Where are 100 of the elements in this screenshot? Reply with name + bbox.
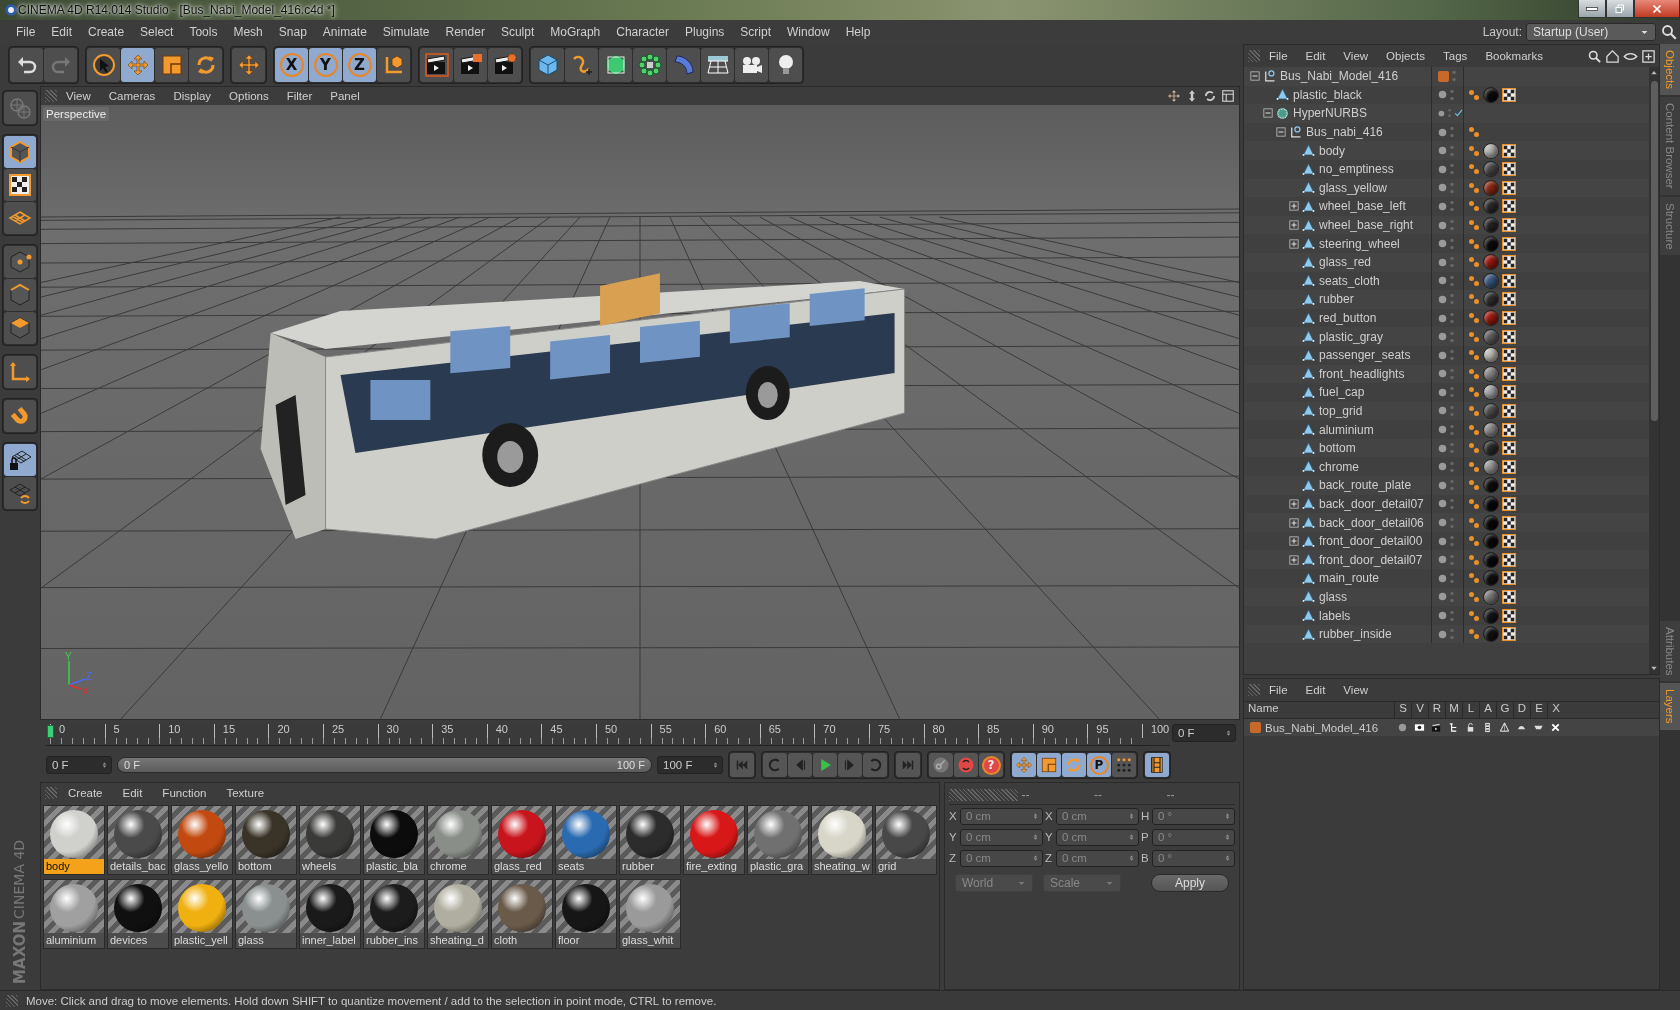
material-swatch[interactable]: floor	[555, 879, 617, 949]
object-name[interactable]: main_route	[1319, 571, 1380, 586]
material-swatch[interactable]: bottom	[235, 805, 297, 875]
material-swatch[interactable]: grid	[875, 805, 937, 875]
object-name[interactable]: no_emptiness	[1319, 162, 1394, 177]
tool-button[interactable]: P	[1087, 753, 1111, 777]
menu-item[interactable]: View	[1334, 50, 1378, 62]
material-swatch[interactable]: plastic_yell	[171, 879, 233, 949]
tool-button[interactable]: ?	[979, 753, 1003, 777]
apply-button[interactable]: Apply	[1151, 874, 1229, 892]
menu-item[interactable]: Window	[779, 25, 838, 39]
material-swatch[interactable]: chrome	[427, 805, 489, 875]
object-name[interactable]: seats_cloth	[1319, 273, 1380, 288]
menu-item[interactable]: Display	[164, 90, 221, 102]
frame-range-slider[interactable]: 0 F 100 F	[118, 758, 651, 772]
menu-item[interactable]: Edit	[43, 25, 81, 39]
object-name[interactable]: labels	[1319, 608, 1351, 623]
material-swatch[interactable]: devices	[107, 879, 169, 949]
menu-item[interactable]: Select	[132, 25, 182, 39]
side-tab[interactable]: Layers	[1660, 683, 1680, 730]
material-swatch[interactable]: sheating_d	[427, 879, 489, 949]
object-name[interactable]: body	[1319, 143, 1346, 158]
object-name[interactable]: back_route_plate	[1319, 478, 1412, 493]
object-name[interactable]: chrome	[1319, 459, 1359, 474]
menu-item[interactable]: Simulate	[374, 25, 438, 39]
menu-item[interactable]: Mesh	[225, 25, 271, 39]
viewport-canvas[interactable]: Perspective Y Z X	[41, 105, 1239, 719]
object-name[interactable]: front_door_detail00	[1319, 534, 1423, 549]
material-swatch[interactable]: body	[43, 805, 105, 875]
material-swatch[interactable]: cloth	[491, 879, 553, 949]
tool-button[interactable]: Y	[309, 48, 342, 82]
material-swatch[interactable]: seats	[555, 805, 617, 875]
object-name[interactable]: Bus_nabi_416	[1306, 125, 1383, 140]
object-name[interactable]: steering_wheel	[1319, 236, 1400, 251]
end-frame-field[interactable]: 100 F	[657, 756, 723, 774]
object-name[interactable]: glass_red	[1319, 255, 1372, 270]
layout-dropdown[interactable]: Startup (User)	[1526, 23, 1656, 41]
current-frame-field[interactable]: 0 F	[1172, 724, 1236, 742]
menu-item[interactable]: Script	[732, 25, 779, 39]
object-name[interactable]: rubber_inside	[1319, 627, 1392, 642]
object-name[interactable]: red_button	[1319, 311, 1377, 325]
timeline-ruler[interactable]: 0 5 10 15 20 25 30 35 40 45 50 55 60 65 70 75 80 85 90 95 100	[46, 724, 1170, 746]
material-swatch[interactable]: glass_whit	[619, 879, 681, 949]
object-name[interactable]: glass_yellow	[1319, 180, 1388, 195]
menu-item[interactable]: Help	[837, 25, 879, 39]
object-name[interactable]: back_door_detail07	[1319, 496, 1424, 511]
object-name[interactable]: passenger_seats	[1319, 348, 1411, 363]
object-name[interactable]: glass	[1319, 589, 1347, 604]
menu-item[interactable]: Bookmarks	[1476, 50, 1552, 62]
object-name[interactable]: fuel_cap	[1319, 385, 1365, 400]
menu-item[interactable]: View	[1334, 684, 1378, 696]
object-name[interactable]: front_headlights	[1319, 366, 1405, 381]
start-frame-field[interactable]: 0 F	[46, 756, 112, 774]
menu-item[interactable]: Edit	[113, 787, 152, 799]
menu-item[interactable]: Options	[220, 90, 278, 102]
material-swatch[interactable]: details_bac	[107, 805, 169, 875]
menu-item[interactable]: Sculpt	[492, 25, 543, 39]
menu-item[interactable]: Create	[59, 787, 112, 799]
object-name[interactable]: rubber	[1319, 292, 1354, 307]
material-swatch[interactable]: plastic_gra	[747, 805, 809, 875]
menu-item[interactable]: Objects	[1377, 50, 1435, 62]
menu-item[interactable]: File	[8, 25, 44, 39]
menu-item[interactable]: Plugins	[676, 25, 733, 39]
menu-item[interactable]: View	[57, 90, 100, 102]
menu-item[interactable]: MoGraph	[542, 25, 609, 39]
material-swatch[interactable]: aluminium	[43, 879, 105, 949]
menu-item[interactable]: Filter	[277, 90, 322, 102]
menu-item[interactable]: File	[1260, 684, 1297, 696]
menu-item[interactable]: Function	[153, 787, 216, 799]
material-swatch[interactable]: sheating_w	[811, 805, 873, 875]
menu-item[interactable]: Texture	[217, 787, 274, 799]
material-swatch[interactable]: glass_red	[491, 805, 553, 875]
object-name[interactable]: bottom	[1319, 441, 1356, 456]
object-name[interactable]: aluminium	[1319, 422, 1374, 437]
menu-item[interactable]: File	[1260, 50, 1297, 62]
tool-button[interactable]: Z	[343, 48, 376, 82]
material-swatch[interactable]: wheels	[299, 805, 361, 875]
object-name[interactable]: plastic_gray	[1319, 329, 1384, 344]
menu-item[interactable]: Panel	[321, 90, 369, 102]
tool-button[interactable]: X	[275, 48, 308, 82]
material-swatch[interactable]: glass_yello	[171, 805, 233, 875]
object-name[interactable]: plastic_black	[1293, 87, 1362, 102]
material-swatch[interactable]: glass	[235, 879, 297, 949]
menu-item[interactable]: Edit	[1296, 684, 1335, 696]
menu-item[interactable]: Character	[608, 25, 677, 39]
menu-item[interactable]: Animate	[314, 25, 375, 39]
material-swatch[interactable]: rubber_ins	[363, 879, 425, 949]
material-swatch[interactable]: rubber	[619, 805, 681, 875]
object-name[interactable]: front_door_detail07	[1319, 552, 1423, 567]
object-name[interactable]: HyperNURBS	[1293, 106, 1367, 121]
menu-item[interactable]: Snap	[270, 25, 315, 39]
menu-item[interactable]: Edit	[1296, 50, 1335, 62]
object-name[interactable]: wheel_base_right	[1319, 218, 1414, 233]
object-name[interactable]: top_grid	[1319, 404, 1363, 418]
menu-item[interactable]: Render	[437, 25, 493, 39]
menu-item[interactable]: Create	[80, 25, 133, 39]
menu-item[interactable]: Tags	[1434, 50, 1477, 62]
object-name[interactable]: wheel_base_left	[1319, 199, 1406, 214]
material-swatch[interactable]: fire_exting	[683, 805, 745, 875]
menu-item[interactable]: Cameras	[99, 90, 165, 102]
